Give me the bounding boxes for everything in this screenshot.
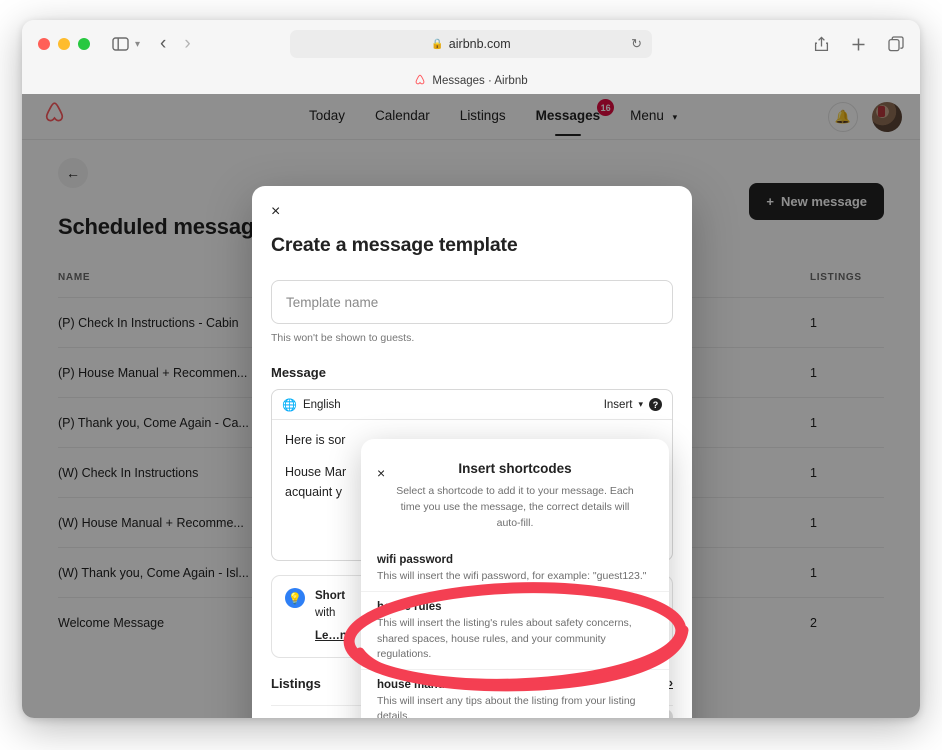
browser-tab-title: Messages · Airbnb <box>432 75 528 87</box>
language-label[interactable]: English <box>303 399 341 411</box>
page-viewport: Today Calendar Listings Messages 16 Menu… <box>22 94 920 718</box>
shortcodes-banner-text: Short with Le…n <box>315 588 347 645</box>
shortcode-name: wifi password <box>377 554 454 567</box>
shortcode-item-house-manual[interactable]: house manual This will insert any tips ab… <box>361 669 669 718</box>
shortcodes-banner-line2: with <box>315 607 336 620</box>
browser-back-button[interactable]: ‹ <box>160 33 166 55</box>
maximize-window-button[interactable] <box>78 38 90 50</box>
help-icon[interactable]: ? <box>649 398 662 411</box>
shortcode-item-house-rules[interactable]: house rules This will insert the listing'… <box>361 591 669 669</box>
chevron-down-icon: ▾ <box>638 399 643 409</box>
browser-tab[interactable]: Messages · Airbnb <box>22 68 920 94</box>
message-label: Message <box>271 365 326 380</box>
insert-label: Insert <box>603 398 633 411</box>
popover-subtitle: Select a shortcode to add it to your mes… <box>396 485 634 529</box>
toolbar-right-actions <box>814 20 904 68</box>
close-window-button[interactable] <box>38 38 50 50</box>
learn-more-link[interactable]: Le…n <box>315 628 347 645</box>
template-name-hint: This won't be shown to guests. <box>271 332 415 344</box>
plus-icon[interactable] <box>851 37 866 52</box>
browser-toolbar: ▾ ‹ › 🔒 airbnb.com ↻ <box>22 20 920 68</box>
tab-overview-icon[interactable] <box>888 36 904 52</box>
window-controls[interactable] <box>38 38 90 50</box>
popover-title: Insert shortcodes <box>458 461 572 476</box>
browser-forward-button[interactable]: › <box>184 33 190 55</box>
address-bar-url: airbnb.com <box>448 37 511 51</box>
template-name-placeholder: Template name <box>286 294 379 310</box>
chevron-right-icon: › <box>668 676 673 691</box>
shortcode-name: house rules <box>377 601 442 614</box>
shortcode-description: This will insert any tips about the list… <box>377 695 636 718</box>
listings-label: Listings <box>271 675 321 691</box>
lightbulb-icon: 💡 <box>285 588 305 608</box>
close-icon[interactable]: × <box>271 203 280 221</box>
modal-title: Create a message template <box>271 234 518 256</box>
address-bar[interactable]: 🔒 airbnb.com ↻ <box>290 30 652 58</box>
message-editor-toolbar: 🌐 English Insert ▾ ? <box>272 390 672 420</box>
shortcode-item-wifi-password[interactable]: wifi password This will insert the wifi p… <box>361 545 669 591</box>
browser-window: ▾ ‹ › 🔒 airbnb.com ↻ Messages · Airbnb T… <box>22 20 920 718</box>
share-icon[interactable] <box>814 36 829 52</box>
globe-icon: 🌐 <box>282 397 297 412</box>
insert-dropdown[interactable]: Insert ▾ ? <box>604 398 662 411</box>
minimize-window-button[interactable] <box>58 38 70 50</box>
shortcode-list: wifi password This will insert the wifi p… <box>361 545 669 718</box>
template-name-input[interactable]: Template name <box>271 280 673 324</box>
shortcodes-banner-title: Short <box>315 590 346 602</box>
shortcode-name: house manual <box>377 679 455 692</box>
airbnb-favicon <box>414 74 426 88</box>
sidebar-toggle-icon[interactable] <box>112 37 129 51</box>
shortcode-description: This will insert the listing's rules abo… <box>377 617 632 660</box>
lock-icon: 🔒 <box>431 38 444 50</box>
insert-shortcodes-popover: × Insert shortcodes Select a shortcode t… <box>361 439 669 718</box>
chevron-down-icon[interactable]: ▾ <box>135 39 140 50</box>
reload-icon[interactable]: ↻ <box>631 36 642 52</box>
close-icon[interactable]: × <box>377 465 385 481</box>
shortcode-description: This will insert the wifi password, for … <box>377 570 647 583</box>
